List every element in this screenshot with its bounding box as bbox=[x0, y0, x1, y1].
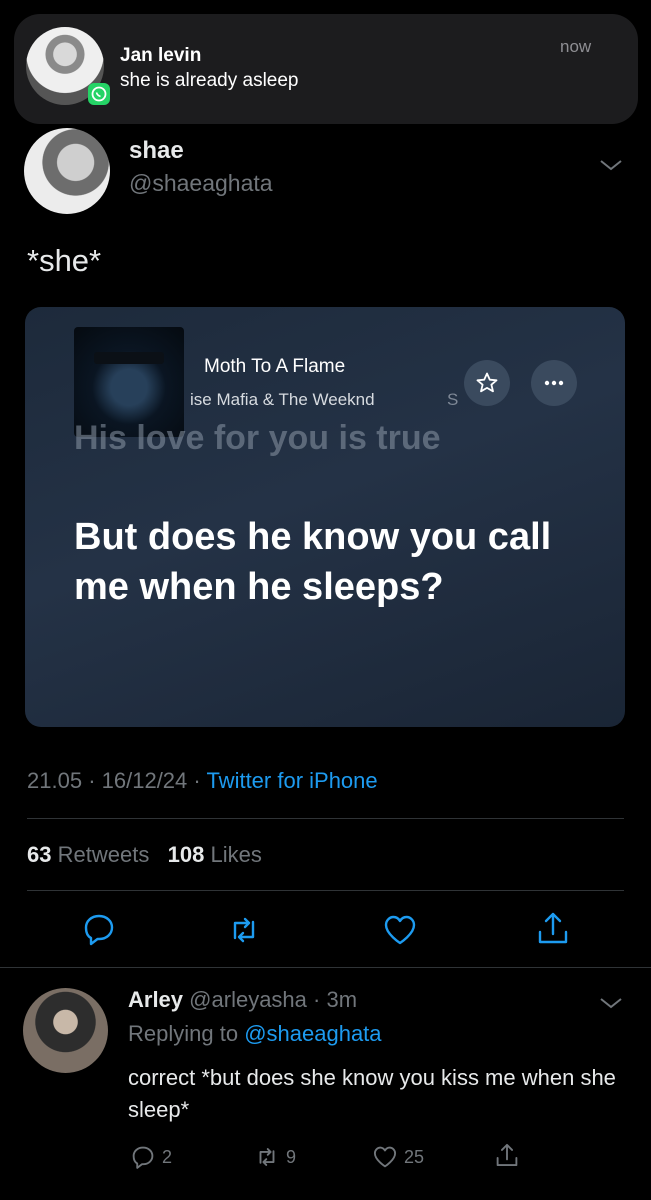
heart-icon bbox=[373, 1146, 397, 1168]
share-icon bbox=[538, 912, 568, 944]
heart-icon bbox=[384, 915, 416, 945]
like-button[interactable] bbox=[382, 912, 418, 948]
tweet-text: *she* bbox=[27, 243, 102, 278]
more-icon bbox=[544, 380, 564, 386]
song-artist-overflow: S bbox=[447, 390, 459, 409]
divider bbox=[0, 967, 651, 968]
song-title: Moth To A Flame bbox=[204, 356, 346, 377]
retweets-stat[interactable]: 63 Retweets bbox=[27, 842, 149, 867]
reply-header: Arley @arleyasha · 3m bbox=[128, 987, 358, 1012]
retweet-icon bbox=[233, 917, 255, 943]
star-icon bbox=[476, 372, 498, 393]
author-handle[interactable]: @shaeaghata bbox=[129, 170, 273, 197]
reply-retweet-button[interactable]: 9 bbox=[254, 1144, 296, 1170]
author-avatar[interactable] bbox=[24, 128, 110, 214]
author-name[interactable]: shae bbox=[129, 137, 184, 165]
retweet-button[interactable] bbox=[226, 912, 262, 948]
star-button[interactable] bbox=[464, 360, 510, 406]
divider bbox=[27, 818, 624, 819]
tweet-meta: 21.05 · 16/12/24 · Twitter for iPhone bbox=[27, 768, 378, 793]
whatsapp-icon bbox=[88, 83, 110, 105]
album-art bbox=[74, 327, 184, 437]
chevron-down-icon[interactable] bbox=[598, 990, 624, 1016]
faded-lyric-line: His love for you is true bbox=[74, 422, 441, 457]
share-icon bbox=[496, 1143, 518, 1167]
divider bbox=[27, 890, 624, 891]
notification-message: she is already asleep bbox=[120, 70, 299, 91]
reply-reply-button[interactable]: 2 bbox=[130, 1144, 172, 1170]
notification-time: now bbox=[560, 37, 592, 56]
more-button[interactable] bbox=[531, 360, 577, 406]
reply-author-handle[interactable]: @arleyasha bbox=[189, 987, 307, 1012]
tweet-source[interactable]: Twitter for iPhone bbox=[206, 768, 377, 793]
replying-to: Replying to @shaeaghata bbox=[128, 1021, 382, 1046]
replying-to-handle[interactable]: @shaeaghata bbox=[244, 1021, 381, 1046]
reply-share-button[interactable] bbox=[494, 1142, 520, 1168]
reply-like-count: 25 bbox=[404, 1146, 425, 1167]
reply-like-button[interactable]: 25 bbox=[372, 1144, 424, 1170]
reply-author-name[interactable]: Arley bbox=[128, 987, 183, 1012]
reply-age: 3m bbox=[326, 987, 358, 1012]
tweet-date: 16/12/24 bbox=[101, 768, 188, 793]
reply-text: correct *but does she know you kiss me w… bbox=[128, 1065, 616, 1122]
reply-button[interactable] bbox=[81, 911, 117, 947]
notification-banner[interactable] bbox=[14, 14, 638, 124]
share-button[interactable] bbox=[535, 910, 571, 946]
notification-sender: Jan levin bbox=[120, 45, 202, 66]
retweet-icon bbox=[259, 1148, 275, 1166]
lyric-text: But does he know you call me when he sle… bbox=[74, 516, 552, 608]
likes-stat[interactable]: 108 Likes bbox=[168, 842, 262, 867]
reply-icon bbox=[84, 914, 114, 946]
reply-retweet-count: 9 bbox=[286, 1146, 297, 1167]
tweet-time: 21.05 bbox=[27, 768, 83, 793]
reply-icon bbox=[132, 1146, 154, 1169]
reply-avatar[interactable] bbox=[23, 988, 108, 1073]
chevron-down-icon[interactable] bbox=[598, 152, 624, 178]
tweet-stats: 63 Retweets 108 Likes bbox=[27, 842, 262, 868]
song-artist: ise Mafia & The Weeknd bbox=[190, 390, 375, 409]
reply-reply-count: 2 bbox=[162, 1146, 173, 1167]
